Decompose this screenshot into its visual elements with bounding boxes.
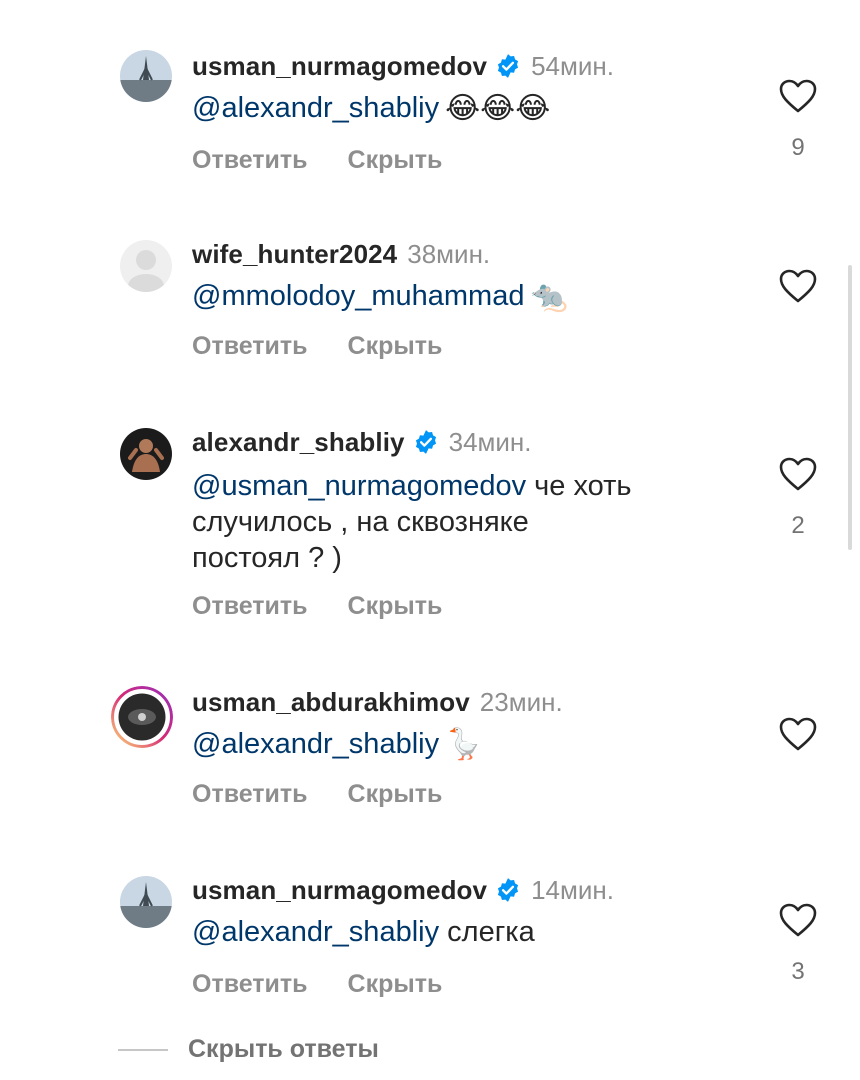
- heart-outline-icon[interactable]: [778, 456, 818, 492]
- timestamp: 54мин.: [531, 50, 614, 81]
- avatar[interactable]: [120, 428, 172, 480]
- hide-button[interactable]: Скрыть: [348, 332, 443, 361]
- username[interactable]: usman_nurmagomedov: [192, 875, 487, 906]
- comment-header: usman_nurmagomedov 54мин.: [192, 50, 614, 82]
- reply-button[interactable]: Ответить: [192, 332, 308, 361]
- comment-header: usman_nurmagomedov 14мин.: [192, 874, 614, 906]
- comment-text: @alexandr_shabliy 🪿: [192, 726, 482, 763]
- comment-actions: Ответить Скрыть: [192, 332, 442, 361]
- username[interactable]: wife_hunter2024: [192, 239, 397, 270]
- hide-replies-label[interactable]: Скрыть ответы: [188, 1035, 379, 1064]
- timestamp: 34мин.: [448, 426, 532, 457]
- hide-button[interactable]: Скрыть: [348, 780, 443, 809]
- comment-actions: Ответить Скрыть: [192, 146, 442, 175]
- username[interactable]: alexandr_shabliy: [192, 427, 405, 458]
- comment-text: @alexandr_shabliy слегка: [192, 914, 535, 950]
- like-count: 2: [791, 512, 805, 539]
- hide-button[interactable]: Скрыть: [348, 970, 443, 999]
- mention-link[interactable]: @alexandr_shabliy: [192, 728, 439, 760]
- verified-badge-icon: [413, 429, 439, 455]
- verified-badge-icon: [495, 877, 521, 903]
- hide-button[interactable]: Скрыть: [348, 146, 443, 175]
- comment-text-line: случилось , на сквозняке: [192, 506, 529, 538]
- comment-text: @usman_nurmagomedov че хоть случилось , …: [192, 468, 632, 576]
- mention-link[interactable]: @mmolodoy_muhammad: [192, 280, 524, 312]
- emoji: 🪿: [445, 728, 483, 762]
- heart-outline-icon[interactable]: [778, 902, 818, 938]
- username[interactable]: usman_nurmagomedov: [192, 51, 487, 82]
- mention-link[interactable]: @alexandr_shabliy: [192, 92, 439, 124]
- avatar[interactable]: [120, 240, 172, 292]
- comment-text: @mmolodoy_muhammad 🐀: [192, 278, 568, 315]
- like-count: 3: [791, 958, 805, 985]
- emoji: 😂😂😂: [445, 92, 551, 126]
- timestamp: 23мин.: [479, 686, 563, 717]
- mention-link[interactable]: @alexandr_shabliy: [192, 916, 439, 948]
- mention-link[interactable]: @usman_nurmagomedov: [192, 470, 526, 502]
- verified-badge-icon: [495, 53, 521, 79]
- comment-text: @alexandr_shabliy 😂😂😂: [192, 90, 550, 127]
- timestamp: 14мин.: [531, 874, 614, 905]
- hide-button[interactable]: Скрыть: [348, 592, 443, 621]
- comment-text-line: че хоть: [526, 470, 632, 502]
- reply-button[interactable]: Ответить: [192, 780, 308, 809]
- avatar-story-ring[interactable]: [111, 686, 173, 748]
- emoji: 🐀: [530, 280, 568, 314]
- heart-outline-icon[interactable]: [778, 716, 818, 752]
- reply-button[interactable]: Ответить: [192, 592, 308, 621]
- comment-body: слегка: [439, 916, 535, 948]
- comment-text-line: постоял ? ): [192, 542, 342, 574]
- reply-button[interactable]: Ответить: [192, 970, 308, 999]
- avatar[interactable]: [120, 50, 172, 102]
- comment-header: usman_abdurakhimov 23мин.: [192, 686, 563, 718]
- heart-outline-icon[interactable]: [778, 78, 818, 114]
- like-count: 9: [791, 134, 805, 161]
- scrollbar[interactable]: [848, 265, 852, 550]
- timestamp: 38мин.: [407, 238, 491, 269]
- comment-header: alexandr_shabliy 34мин.: [192, 426, 532, 458]
- comment-actions: Ответить Скрыть: [192, 592, 442, 621]
- comment-header: wife_hunter2024 38мин.: [192, 238, 490, 270]
- username[interactable]: usman_abdurakhimov: [192, 687, 470, 718]
- avatar[interactable]: [120, 876, 172, 928]
- comment-actions: Ответить Скрыть: [192, 970, 442, 999]
- heart-outline-icon[interactable]: [778, 268, 818, 304]
- divider: [118, 1048, 168, 1051]
- reply-button[interactable]: Ответить: [192, 146, 308, 175]
- comment-actions: Ответить Скрыть: [192, 780, 442, 809]
- hide-replies-button[interactable]: Скрыть ответы: [118, 1035, 379, 1064]
